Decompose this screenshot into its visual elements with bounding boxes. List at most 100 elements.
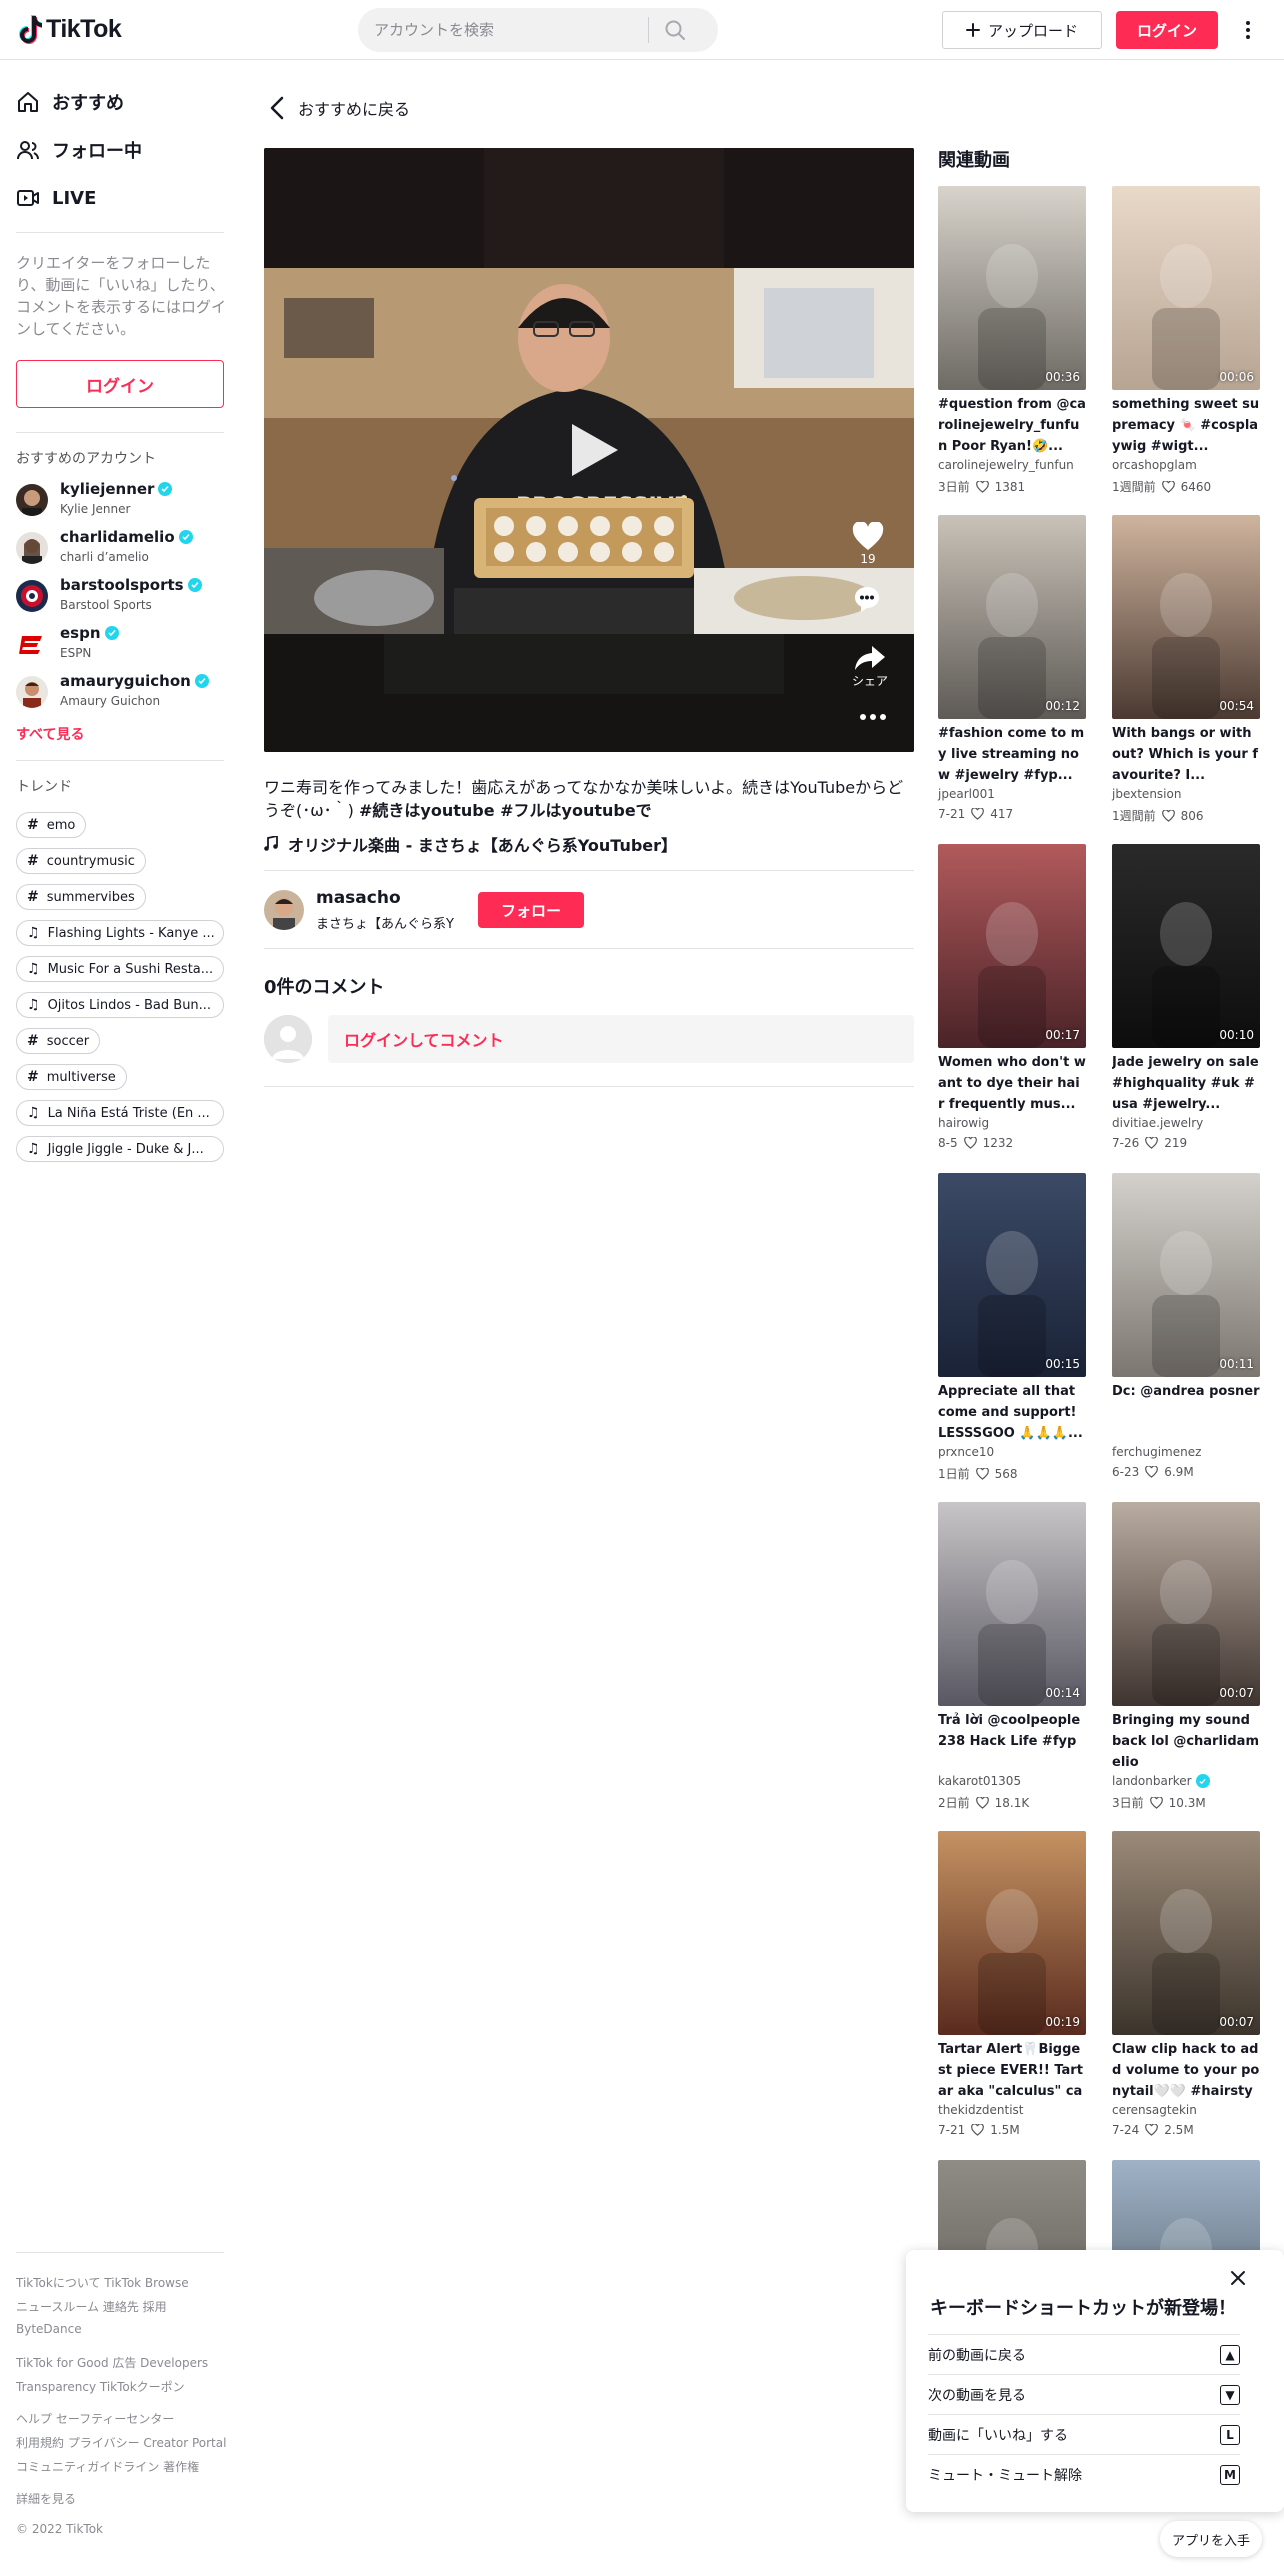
trend-label: multiverse [46, 1069, 116, 1085]
video-author[interactable]: ferchugimenez [1112, 1445, 1201, 1459]
video-thumbnail[interactable]: 00:15 [938, 1173, 1086, 1377]
video-thumbnail[interactable]: 00:17 [938, 844, 1086, 1048]
follow-button[interactable]: フォロー [478, 892, 584, 928]
nav-following[interactable]: フォロー中 [16, 130, 142, 170]
video-thumbnail[interactable]: 00:54 [1112, 515, 1260, 719]
see-more-link[interactable]: 詳細を見る [16, 2490, 76, 2507]
footer-links[interactable]: 利用規約 プライバシー Creator Portal [16, 2434, 226, 2451]
footer-links[interactable]: コミュニティガイドライン 著作権 [16, 2458, 199, 2475]
people-icon [17, 141, 39, 160]
trend-music[interactable]: ♫ Jiggle Jiggle - Duke & J... [16, 1136, 224, 1162]
video-title[interactable]: #fashion come to my live streaming now #… [938, 723, 1086, 785]
search-button[interactable] [649, 8, 701, 52]
suggested-account[interactable]: barstoolsports Barstool Sports [16, 576, 226, 620]
close-icon[interactable] [1226, 2266, 1250, 2290]
video-title[interactable]: Tartar Alert🦷Biggest piece EVER!! Tartar… [938, 2039, 1086, 2101]
suggested-account[interactable]: espn ESPN [16, 624, 226, 668]
like-button[interactable]: 19 [852, 522, 884, 566]
nav-live[interactable]: LIVE [16, 178, 96, 218]
video-author[interactable]: thekidzdentist [938, 2103, 1024, 2117]
suggested-account[interactable]: charlidamelio charli d’amelio [16, 528, 226, 572]
footer-links[interactable]: TikTok for Good 広告 Developers [16, 2354, 208, 2371]
video-age: 3日前 [1112, 1796, 1144, 1810]
video-title[interactable]: #question from @carolinejewelry_funfun P… [938, 394, 1086, 456]
account-nickname: Amaury Guichon [60, 694, 161, 708]
video-author[interactable]: cerensagtekin [1112, 2103, 1197, 2117]
video-author[interactable]: jpearl001 [938, 787, 995, 801]
trend-hashtag[interactable]: # soccer [16, 1028, 101, 1054]
video-title[interactable]: Jade jewelry on sale#highquality #uk #us… [1112, 1052, 1260, 1114]
comment-icon [855, 587, 879, 612]
copyright: © 2022 TikTok [16, 2522, 103, 2536]
upload-button[interactable]: アップロード [942, 11, 1102, 49]
video-author[interactable]: kakarot01305 [938, 1774, 1021, 1788]
video-thumbnail[interactable]: 00:11 [1112, 1173, 1260, 1377]
footer-links[interactable]: ByteDance [16, 2322, 82, 2336]
video-thumbnail[interactable]: 00:36 [938, 186, 1086, 390]
video-thumbnail[interactable]: 00:10 [1112, 844, 1260, 1048]
video-likes: 417 [990, 807, 1014, 821]
video-title[interactable]: something sweet supremacy 🍬 #cosplaywig … [1112, 394, 1260, 456]
video-author[interactable]: prxnce10 [938, 1445, 994, 1459]
get-app-button[interactable]: アプリを入手 [1160, 2521, 1262, 2557]
trend-music[interactable]: ♫ Flashing Lights - Kanye ... [16, 920, 224, 946]
video-meta: 1週間前 6460 [1112, 478, 1211, 495]
see-all-link[interactable]: すべて見る [16, 724, 84, 744]
shortcut-row: 動画に「いいね」する L [928, 2414, 1240, 2454]
trend-music[interactable]: ♫ Ojitos Lindos - Bad Bun... [16, 992, 224, 1018]
trend-music[interactable]: ♫ La Niña Está Triste (En ... [16, 1100, 224, 1126]
video-title[interactable]: Appreciate all that come and support! LE… [938, 1381, 1086, 1443]
suggested-account[interactable]: kyliejenner Kylie Jenner [16, 480, 226, 524]
heart-outline-icon [971, 2124, 985, 2136]
sidebar-login-button[interactable]: ログイン [16, 360, 224, 408]
footer-links[interactable]: ヘルプ セーフティーセンター [16, 2410, 174, 2427]
footer-links[interactable]: TikTokについて TikTok Browse [16, 2274, 189, 2291]
video-thumbnail[interactable]: 00:07 [1112, 1502, 1260, 1706]
video-title[interactable]: Claw clip hack to add volume to your pon… [1112, 2039, 1260, 2101]
video-thumbnail[interactable]: 00:14 [938, 1502, 1086, 1706]
video-author[interactable]: landonbarker [1112, 1774, 1210, 1788]
video-player[interactable]: PROGRESSIVE HOUSE [264, 148, 914, 752]
more-menu-icon[interactable] [1240, 14, 1256, 46]
hashtag-icon: # [27, 853, 39, 869]
play-icon[interactable] [564, 418, 624, 486]
video-music[interactable]: オリジナル楽曲 - まさちょ【あんぐら系YouTuber】 [264, 832, 677, 856]
video-author-name: cerensagtekin [1112, 2103, 1197, 2117]
video-thumbnail[interactable]: 00:12 [938, 515, 1086, 719]
description-hashtags[interactable]: #続きはyoutube #フルはyoutubeで [359, 801, 652, 820]
trend-hashtag[interactable]: # emo [16, 812, 87, 838]
share-button[interactable]: シェア [852, 644, 888, 689]
suggested-account[interactable]: amauryguichon Amaury Guichon [16, 672, 226, 716]
footer-links[interactable]: Transparency TikTokクーポン [16, 2378, 185, 2395]
search-input[interactable] [358, 21, 648, 39]
video-title[interactable]: Trả lời @coolpeople238 Hack Life #fyp [938, 1710, 1086, 1772]
back-to-foryou[interactable]: おすすめに戻る [270, 90, 410, 126]
login-button[interactable]: ログイン [1116, 11, 1218, 49]
tiktok-logo[interactable]: TikTok [16, 14, 122, 44]
video-thumbnail[interactable]: 00:19 [938, 1831, 1086, 2035]
author-avatar[interactable] [264, 890, 304, 930]
login-to-comment-button[interactable]: ログインしてコメント [328, 1015, 914, 1063]
video-title[interactable]: With bangs or without? Which is your fav… [1112, 723, 1260, 785]
trend-hashtag[interactable]: # countrymusic [16, 848, 146, 874]
video-meta: 7-24 2.5M [1112, 2123, 1194, 2137]
video-title[interactable]: Women who don't want to dye their hair f… [938, 1052, 1086, 1114]
video-author[interactable]: carolinejewelry_funfun [938, 458, 1074, 472]
nav-foryou[interactable]: おすすめ [16, 82, 124, 122]
comment-button[interactable] [852, 584, 882, 614]
video-author[interactable]: jbextension [1112, 787, 1181, 801]
video-meta: 1週間前 806 [1112, 807, 1204, 824]
trend-music[interactable]: ♫ Music For a Sushi Resta... [16, 956, 224, 982]
trend-hashtag[interactable]: # multiverse [16, 1064, 127, 1090]
trend-hashtag[interactable]: # summervibes [16, 884, 146, 910]
footer-links[interactable]: ニュースルーム 連絡先 採用 [16, 2298, 167, 2315]
video-title[interactable]: Dc: @andrea posner [1112, 1381, 1260, 1443]
video-author[interactable]: hairowig [938, 1116, 989, 1130]
video-author[interactable]: divitiae.jewelry [1112, 1116, 1203, 1130]
video-title[interactable]: Bringing my sound back lol @charlidameli… [1112, 1710, 1260, 1772]
video-author[interactable]: orcashopglam [1112, 458, 1197, 472]
video-thumbnail[interactable]: 00:07 [1112, 1831, 1260, 2035]
video-more-icon[interactable] [860, 714, 886, 720]
author-username[interactable]: masacho [316, 888, 401, 908]
video-thumbnail[interactable]: 00:06 [1112, 186, 1260, 390]
